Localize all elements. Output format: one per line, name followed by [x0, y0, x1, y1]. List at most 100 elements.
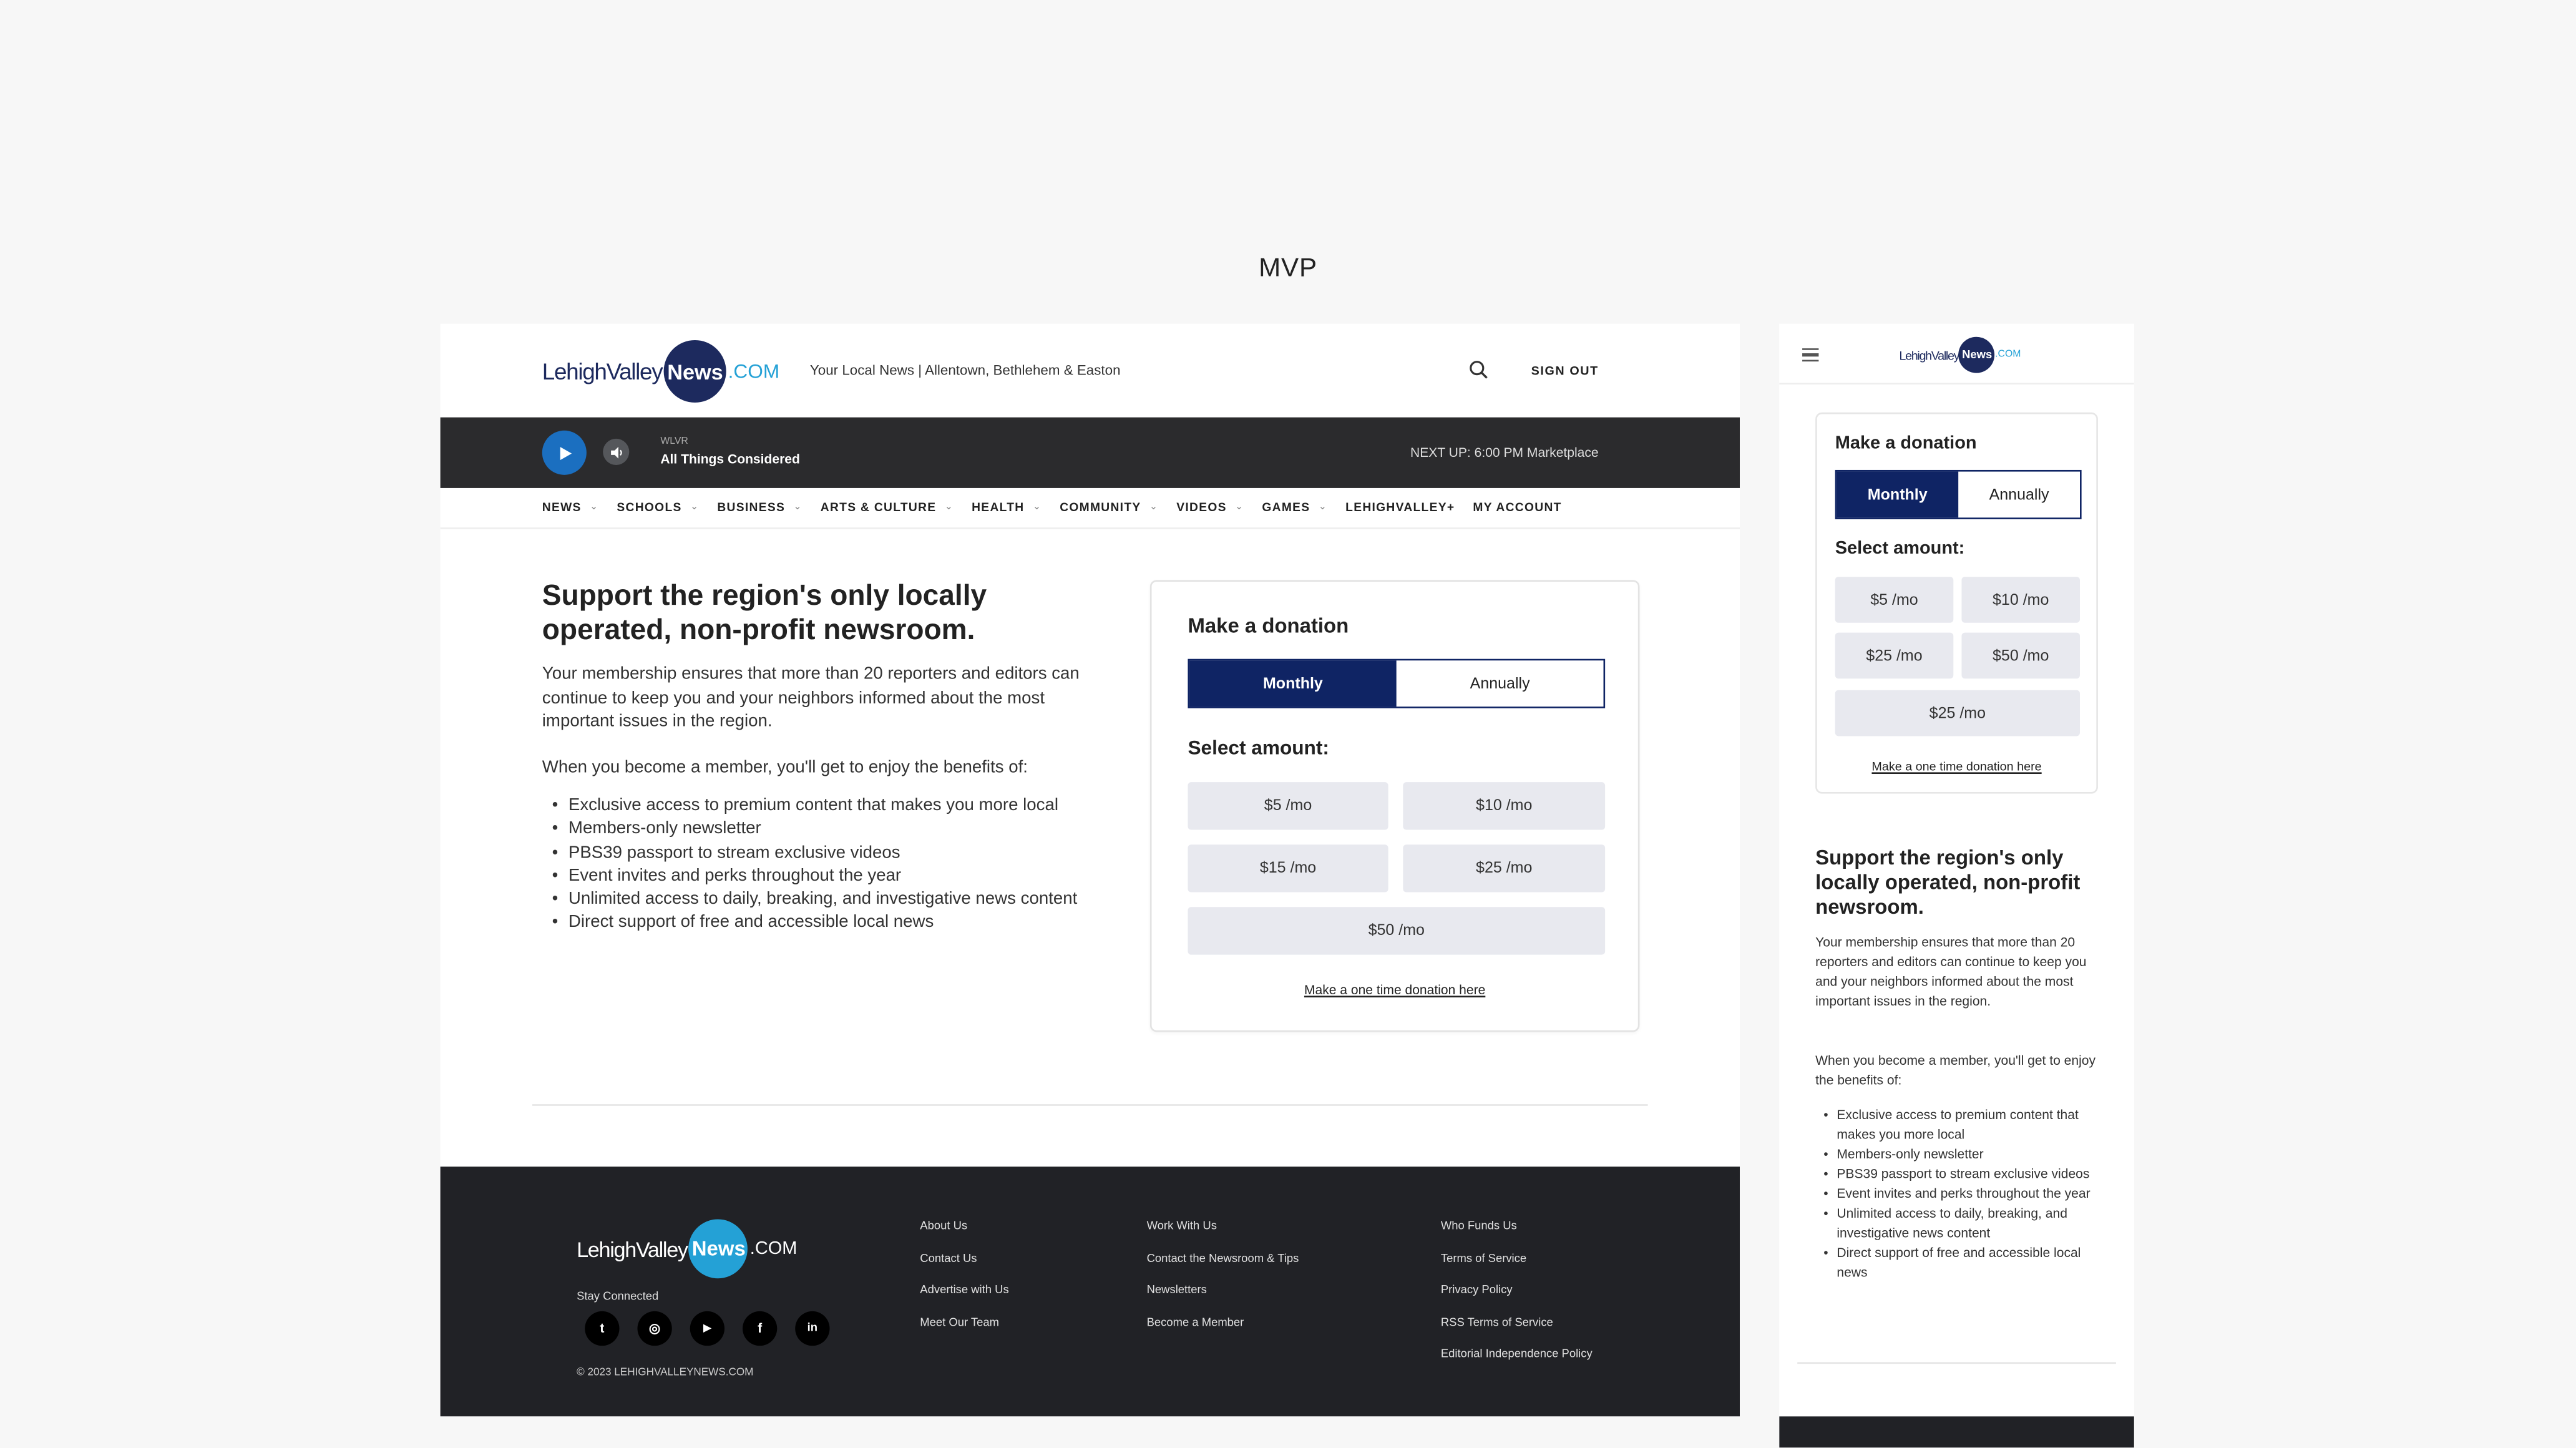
copyright: © 2023 LEHIGHVALLEYNEWS.COM	[577, 1367, 754, 1379]
one-time-donation-link[interactable]: Make a one time donation here	[1152, 982, 1638, 997]
nav-item-community[interactable]: COMMUNITY ⌄	[1060, 499, 1158, 514]
nav-label: COMMUNITY	[1060, 499, 1141, 515]
page-headline: Support the region's only locally operat…	[542, 578, 987, 646]
nav-item-business[interactable]: BUSINESS ⌄	[717, 499, 802, 514]
nav-item-lehighvalley-plus[interactable]: LEHIGHVALLEY+	[1345, 499, 1455, 514]
nav-label: BUSINESS	[717, 499, 786, 515]
footer-link[interactable]: Privacy Policy	[1441, 1285, 1593, 1296]
instagram-icon[interactable]: ◎	[637, 1311, 672, 1346]
nav-label: VIDEOS	[1176, 499, 1227, 515]
logo-lehighvalley: LehighValley	[1899, 347, 1959, 363]
annually-button[interactable]: Annually	[1396, 660, 1604, 707]
nav-item-news[interactable]: NEWS ⌄	[542, 499, 599, 514]
one-time-donation-link[interactable]: Make a one time donation here	[1817, 759, 2097, 774]
footer-link[interactable]: Newsletters	[1147, 1285, 1299, 1296]
footer-link[interactable]: Editorial Independence Policy	[1441, 1349, 1593, 1360]
chevron-down-icon: ⌄	[1234, 502, 1244, 513]
benefit-item: Members-only newsletter	[1815, 1145, 2104, 1165]
nav-item-games[interactable]: GAMES ⌄	[1262, 499, 1327, 514]
benefits-intro: When you become a member, you'll get to …	[542, 757, 1028, 778]
footer-link[interactable]: Advertise with Us	[920, 1285, 1008, 1296]
amount-option-50[interactable]: $50 /mo	[1961, 632, 2080, 679]
play-icon	[559, 446, 571, 459]
nav-item-arts-culture[interactable]: ARTS & CULTURE ⌄	[821, 499, 954, 514]
footer-column-2: Work With Us Contact the Newsroom & Tips…	[1147, 1221, 1299, 1349]
audio-player: WLVR All Things Considered NEXT UP: 6:00…	[440, 417, 1740, 488]
logo-com: .COM	[749, 1239, 798, 1259]
footer-link[interactable]: Work With Us	[1147, 1221, 1299, 1232]
social-links: t ◎ ▶ f in	[585, 1311, 830, 1346]
benefit-item: PBS39 passport to stream exclusive video…	[1815, 1165, 2104, 1185]
mobile-site-logo[interactable]: LehighValley News .COM	[1899, 336, 2021, 373]
benefit-item: Exclusive access to premium content that…	[1815, 1106, 2104, 1145]
benefit-item: Direct support of free and accessible lo…	[1815, 1244, 2104, 1283]
hamburger-menu-icon[interactable]	[1802, 348, 1819, 362]
site-logo[interactable]: LehighValley News .COM	[542, 340, 779, 403]
mobile-benefits-intro: When you become a member, you'll get to …	[1815, 1053, 2096, 1088]
nav-item-health[interactable]: HEALTH ⌄	[972, 499, 1042, 514]
nav-item-my-account[interactable]: MY ACCOUNT	[1473, 499, 1561, 514]
frequency-toggle: Monthly Annually	[1188, 658, 1606, 708]
nav-item-schools[interactable]: SCHOOLS ⌄	[617, 499, 699, 514]
amount-option-10[interactable]: $10 /mo	[1403, 782, 1606, 830]
footer-link[interactable]: Contact the Newsroom & Tips	[1147, 1253, 1299, 1264]
mobile-benefits-list: Exclusive access to premium content that…	[1815, 1106, 2104, 1283]
next-up-text: NEXT UP: 6:00 PM Marketplace	[1410, 445, 1599, 461]
mobile-footer	[1779, 1416, 2134, 1448]
amount-option-10[interactable]: $10 /mo	[1961, 577, 2080, 623]
amount-option-15[interactable]: $15 /mo	[1188, 844, 1388, 893]
chevron-down-icon: ⌄	[1032, 502, 1042, 513]
nav-label: LEHIGHVALLEY+	[1345, 499, 1455, 515]
nav-label: GAMES	[1262, 499, 1310, 515]
mobile-donation-card: Make a donation Monthly Annually Select …	[1815, 412, 2098, 794]
footer-column-1: About Us Contact Us Advertise with Us Me…	[920, 1221, 1008, 1349]
donation-title: Make a donation	[1188, 614, 1349, 638]
youtube-icon[interactable]: ▶	[690, 1311, 725, 1346]
monthly-button[interactable]: Monthly	[1189, 660, 1397, 707]
logo-com: .COM	[1995, 350, 2021, 360]
footer-link[interactable]: RSS Terms of Service	[1441, 1317, 1593, 1328]
amount-option-25[interactable]: $25 /mo	[1403, 844, 1606, 893]
footer-logo[interactable]: LehighValley News .COM	[577, 1219, 798, 1279]
benefit-item: Unlimited access to daily, breaking, and…	[1815, 1205, 2104, 1244]
mobile-content-divider	[1797, 1362, 2116, 1364]
donation-card: Make a donation Monthly Annually Select …	[1149, 580, 1640, 1032]
nav-label: ARTS & CULTURE	[820, 499, 937, 515]
sign-out-link[interactable]: SIGN OUT	[1531, 363, 1599, 378]
nav-label: MY ACCOUNT	[1473, 499, 1562, 515]
footer-link[interactable]: Become a Member	[1147, 1317, 1299, 1328]
benefit-item: Event invites and perks throughout the y…	[1815, 1185, 2104, 1205]
amount-option-25-wide[interactable]: $25 /mo	[1835, 690, 2080, 736]
footer-link[interactable]: About Us	[920, 1221, 1008, 1232]
frequency-toggle: Monthly Annually	[1835, 469, 2082, 519]
chevron-down-icon: ⌄	[690, 502, 700, 513]
amount-option-50[interactable]: $50 /mo	[1188, 907, 1606, 955]
benefit-item: Exclusive access to premium content that…	[542, 794, 1101, 818]
desktop-frame: LehighValley News .COM Your Local News |…	[440, 323, 1740, 1417]
play-button[interactable]	[542, 430, 587, 475]
benefit-item: Members-only newsletter	[542, 817, 1101, 841]
footer-link[interactable]: Contact Us	[920, 1253, 1008, 1264]
footer-link[interactable]: Terms of Service	[1441, 1253, 1593, 1264]
search-icon[interactable]	[1469, 360, 1489, 380]
benefit-item: Event invites and perks throughout the y…	[542, 864, 1101, 888]
mobile-header-divider	[1779, 383, 2134, 385]
nav-label: NEWS	[542, 499, 582, 515]
monthly-button[interactable]: Monthly	[1837, 471, 1959, 518]
footer-link[interactable]: Meet Our Team	[920, 1317, 1008, 1328]
benefit-item: Unlimited access to daily, breaking, and…	[542, 888, 1101, 911]
linkedin-icon[interactable]: in	[795, 1311, 830, 1346]
amount-option-5[interactable]: $5 /mo	[1188, 782, 1388, 830]
facebook-icon[interactable]: f	[742, 1311, 778, 1346]
logo-lehighvalley: LehighValley	[577, 1236, 688, 1261]
nav-label: HEALTH	[972, 499, 1025, 515]
footer-link[interactable]: Who Funds Us	[1441, 1221, 1593, 1232]
site-footer: LehighValley News .COM Stay Connected t …	[440, 1167, 1740, 1417]
nav-item-videos[interactable]: VIDEOS ⌄	[1176, 499, 1244, 514]
twitter-icon[interactable]: t	[585, 1311, 620, 1346]
amount-option-25[interactable]: $25 /mo	[1835, 632, 1954, 679]
amount-option-5[interactable]: $5 /mo	[1835, 577, 1954, 623]
annually-button[interactable]: Annually	[1958, 472, 2080, 518]
volume-button[interactable]	[603, 438, 630, 466]
show-title: All Things Considered	[660, 451, 800, 467]
